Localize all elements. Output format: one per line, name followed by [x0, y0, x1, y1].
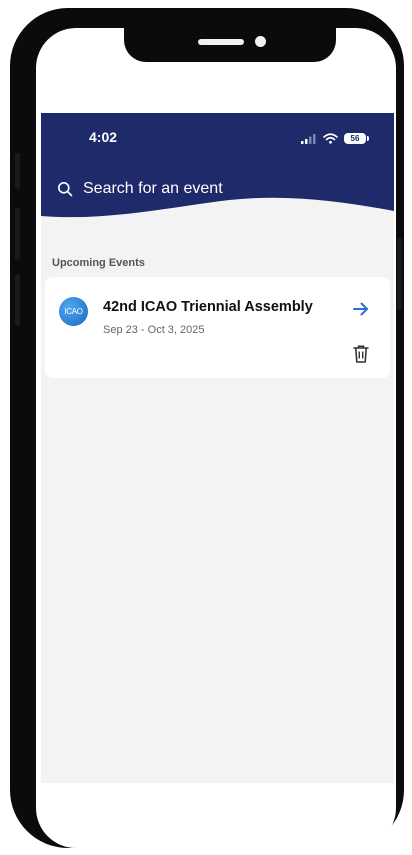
status-bar: 4:02 56	[41, 129, 394, 149]
search-icon	[58, 182, 73, 197]
phone-frame: 4:02 56 Search for an event Upcoming Eve…	[10, 8, 404, 848]
battery-icon: 56	[344, 132, 369, 144]
volume-up-button	[15, 208, 20, 260]
section-title-upcoming-events: Upcoming Events	[52, 257, 145, 269]
event-logo: ICAO	[59, 297, 88, 326]
app-header: 4:02 56 Search for an event	[41, 113, 394, 218]
notch	[124, 28, 336, 62]
status-time: 4:02	[89, 129, 118, 145]
search-placeholder: Search for an event	[83, 180, 223, 197]
app-view: 4:02 56 Search for an event Upcoming Eve…	[41, 113, 394, 783]
phone-screen: 4:02 56 Search for an event Upcoming Eve…	[36, 28, 396, 848]
volume-down-button	[15, 274, 20, 326]
arrow-right-icon[interactable]	[351, 299, 371, 319]
speaker-grille	[198, 39, 244, 45]
cellular-signal-icon	[301, 133, 316, 144]
event-card[interactable]: ICAO 42nd ICAO Triennial Assembly Sep 23…	[45, 277, 390, 378]
status-icons: 56	[301, 130, 369, 146]
wifi-icon	[323, 132, 338, 144]
trash-icon[interactable]	[352, 344, 370, 364]
power-button	[397, 238, 402, 310]
event-title: 42nd ICAO Triennial Assembly	[103, 299, 313, 315]
mute-switch	[15, 153, 20, 189]
search-bar[interactable]: Search for an event	[57, 177, 357, 201]
event-dates: Sep 23 - Oct 3, 2025	[103, 324, 205, 336]
front-camera	[255, 36, 266, 47]
